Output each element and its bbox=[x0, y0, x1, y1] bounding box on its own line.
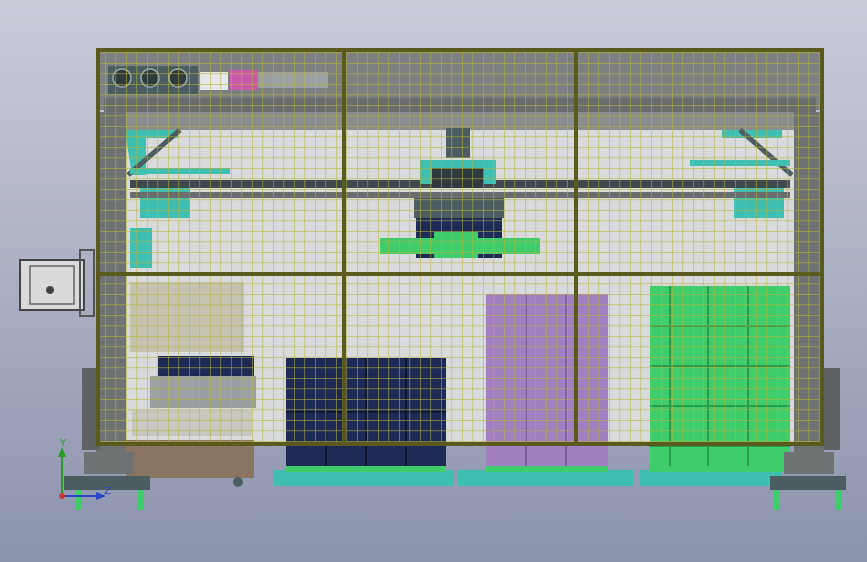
mesh-guard bbox=[100, 52, 820, 442]
pallet-base bbox=[274, 466, 790, 486]
triad-x-axis-dot bbox=[59, 493, 65, 499]
control-box bbox=[19, 249, 95, 317]
triad-z-label: Z bbox=[104, 486, 111, 497]
cad-viewport[interactable]: Y Z bbox=[0, 0, 867, 562]
triad-y-label: Y bbox=[59, 438, 67, 449]
palletizing-cell-model[interactable] bbox=[19, 48, 846, 510]
